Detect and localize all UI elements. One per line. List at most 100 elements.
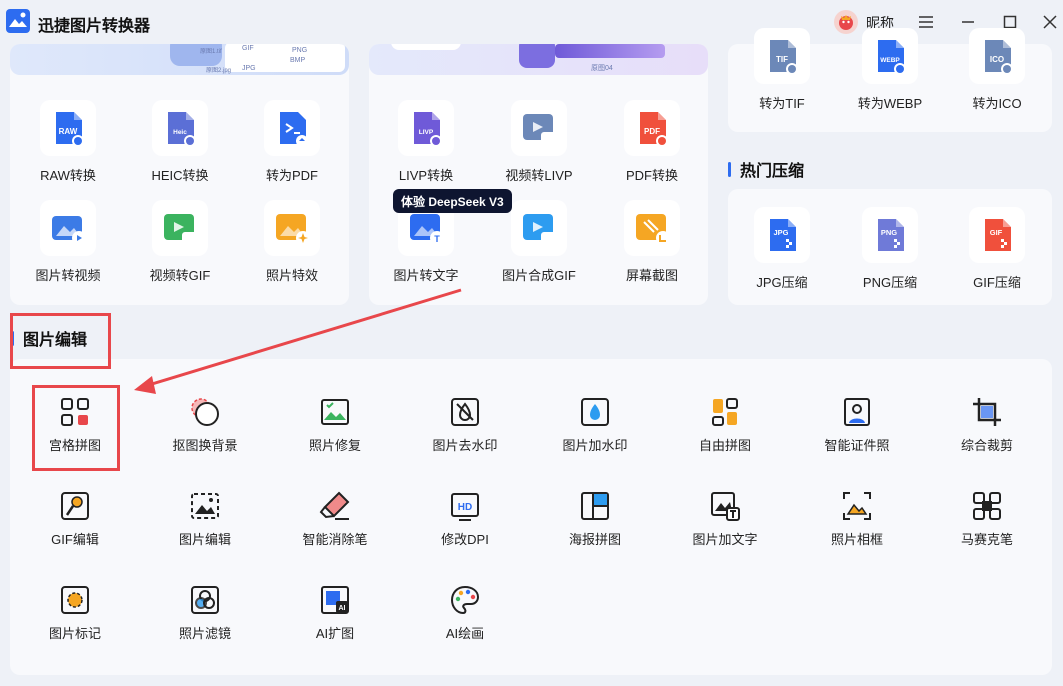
tool-label: 视频转GIF bbox=[149, 268, 211, 283]
banner-text: PNG bbox=[292, 47, 308, 54]
svg-text:AI: AI bbox=[339, 605, 346, 612]
svg-text:TIF: TIF bbox=[776, 55, 788, 64]
tool-label: 转为ICO bbox=[972, 96, 1022, 111]
edit-tool-label: 图片去水印 bbox=[432, 438, 498, 453]
edit-tool-label: 照片修复 bbox=[308, 438, 361, 453]
image-mark-icon bbox=[58, 583, 92, 617]
gif-edit-icon bbox=[58, 489, 92, 523]
webp-icon: WEBP bbox=[862, 28, 918, 84]
highlight-box-grid-puzzle bbox=[32, 385, 120, 471]
edit-tool-photo-repair[interactable]: 照片修复 bbox=[275, 395, 395, 454]
tool-tif[interactable]: TIF 转为TIF bbox=[727, 28, 837, 112]
tool-raw[interactable]: RAW RAW转换 bbox=[13, 100, 123, 184]
merge-gif-icon bbox=[511, 200, 567, 256]
free-collage-icon bbox=[708, 395, 742, 429]
video-livp-icon bbox=[511, 100, 567, 156]
banner-frame-shape bbox=[519, 44, 555, 68]
tool-jpg-compress[interactable]: JPG JPG压缩 bbox=[727, 207, 837, 291]
edit-tool-label: AI扩图 bbox=[315, 626, 355, 641]
banner-text: 原图2.jpg bbox=[206, 68, 232, 74]
tool-label: GIF压缩 bbox=[973, 275, 1021, 290]
video-gif-icon bbox=[152, 200, 208, 256]
edit-tool-ai-paint[interactable]: AI绘画 bbox=[405, 583, 525, 642]
tool-label: PNG压缩 bbox=[862, 275, 918, 290]
tool-ico[interactable]: ICO 转为ICO bbox=[942, 28, 1052, 112]
edit-tool-label: 自由拼图 bbox=[698, 438, 751, 453]
edit-tool-remove-watermark[interactable]: 图片去水印 bbox=[405, 395, 525, 454]
tool-label: 图片合成GIF bbox=[502, 268, 576, 283]
mosaic-icon bbox=[970, 489, 1004, 523]
svg-text:GIF: GIF bbox=[990, 228, 1003, 237]
image-edit-icon bbox=[188, 489, 222, 523]
tool-image-to-video[interactable]: 图片转视频 bbox=[13, 200, 123, 284]
edit-tool-id-photo[interactable]: 智能证件照 bbox=[797, 395, 917, 454]
tool-photo-effect[interactable]: 照片特效 bbox=[237, 200, 347, 284]
tool-label: JPG压缩 bbox=[756, 275, 808, 290]
edit-tool-label: AI绘画 bbox=[445, 626, 485, 641]
svg-text:ICO: ICO bbox=[990, 55, 1004, 64]
pdf-convert-icon: PDF bbox=[624, 100, 680, 156]
edit-tool-free-collage[interactable]: 自由拼图 bbox=[665, 395, 785, 454]
tool-label: 视频转LIVP bbox=[505, 168, 573, 183]
edit-tool-photo-filter[interactable]: 照片滤镜 bbox=[145, 583, 265, 642]
tif-icon: TIF bbox=[754, 28, 810, 84]
deepseek-badge[interactable]: 体验 DeepSeek V3 bbox=[393, 189, 512, 213]
svg-text:HD: HD bbox=[458, 502, 472, 513]
tool-video-livp[interactable]: 视频转LIVP bbox=[484, 100, 594, 184]
crop-icon bbox=[970, 395, 1004, 429]
highlight-box-title bbox=[10, 313, 111, 369]
tool-screenshot[interactable]: 屏幕截图 bbox=[597, 200, 707, 284]
edit-tool-add-watermark[interactable]: 图片加水印 bbox=[535, 395, 655, 454]
tool-pdf-file[interactable]: 转为PDF bbox=[237, 100, 347, 184]
photo-repair-icon bbox=[318, 395, 352, 429]
edit-tool-label: 图片标记 bbox=[48, 626, 101, 641]
poster-collage-icon bbox=[578, 489, 612, 523]
edit-tool-eraser-pen[interactable]: 智能消除笔 bbox=[275, 489, 395, 548]
edit-tool-crop[interactable]: 综合裁剪 bbox=[927, 395, 1047, 454]
app-logo-icon bbox=[6, 9, 30, 33]
edit-tool-hd-dpi[interactable]: HD 修改DPI bbox=[405, 489, 525, 548]
edit-tool-label: GIF编辑 bbox=[51, 532, 99, 547]
remove-watermark-icon bbox=[448, 395, 482, 429]
edit-tool-gif-edit[interactable]: GIF编辑 bbox=[15, 489, 135, 548]
gif-compress-icon: GIF bbox=[969, 207, 1025, 263]
tool-pdf-convert[interactable]: PDF PDF转换 bbox=[597, 100, 707, 184]
compress-section-title: 热门压缩 bbox=[728, 157, 804, 181]
minimize-icon bbox=[962, 21, 974, 23]
tool-label: HEIC转换 bbox=[151, 168, 209, 183]
ico-icon: ICO bbox=[969, 28, 1025, 84]
tool-livp[interactable]: LIVP LIVP转换 bbox=[371, 100, 481, 184]
edit-tool-cutout-background[interactable]: 抠图换背景 bbox=[145, 395, 265, 454]
banner-mid[interactable]: 原图04 bbox=[369, 44, 708, 75]
edit-tool-image-edit[interactable]: 图片编辑 bbox=[145, 489, 265, 548]
pdf-file-icon bbox=[264, 100, 320, 156]
edit-tool-image-mark[interactable]: 图片标记 bbox=[15, 583, 135, 642]
edit-tool-photo-frame[interactable]: 照片相框 bbox=[797, 489, 917, 548]
tool-gif-compress[interactable]: GIF GIF压缩 bbox=[942, 207, 1052, 291]
edit-tool-label: 图片加文字 bbox=[692, 532, 758, 547]
tool-webp[interactable]: WEBP 转为WEBP bbox=[835, 28, 945, 112]
tool-label: 照片特效 bbox=[265, 268, 318, 283]
app-title: 迅捷图片转换器 bbox=[38, 18, 151, 35]
edit-tool-label: 图片编辑 bbox=[178, 532, 231, 547]
edit-tool-mosaic[interactable]: 马赛克笔 bbox=[927, 489, 1047, 548]
banner-text: 原图1.tif bbox=[200, 49, 222, 55]
jpg-compress-icon: JPG bbox=[754, 207, 810, 263]
eraser-pen-icon bbox=[318, 489, 352, 523]
tool-video-gif[interactable]: 视频转GIF bbox=[125, 200, 235, 284]
edit-tool-poster-collage[interactable]: 海报拼图 bbox=[535, 489, 655, 548]
edit-tool-ai-expand[interactable]: AI AI扩图 bbox=[275, 583, 395, 642]
screenshot-icon bbox=[624, 200, 680, 256]
edit-tool-label: 综合裁剪 bbox=[960, 438, 1013, 453]
photo-effect-icon bbox=[264, 200, 320, 256]
svg-text:T: T bbox=[434, 234, 440, 244]
edit-tool-label: 智能消除笔 bbox=[302, 532, 368, 547]
hd-dpi-icon: HD bbox=[448, 489, 482, 523]
banner-text: 原图04 bbox=[591, 65, 613, 72]
tool-heic[interactable]: Heic HEIC转换 bbox=[125, 100, 235, 184]
svg-text:RAW: RAW bbox=[59, 127, 78, 136]
tool-png-compress[interactable]: PNG PNG压缩 bbox=[835, 207, 945, 291]
edit-tool-add-text[interactable]: 图片加文字 bbox=[665, 489, 785, 548]
banner-left[interactable]: GIF PNG BMP JPG 原图1.tif 原图2.jpg bbox=[10, 44, 349, 75]
maximize-icon bbox=[1003, 15, 1017, 29]
